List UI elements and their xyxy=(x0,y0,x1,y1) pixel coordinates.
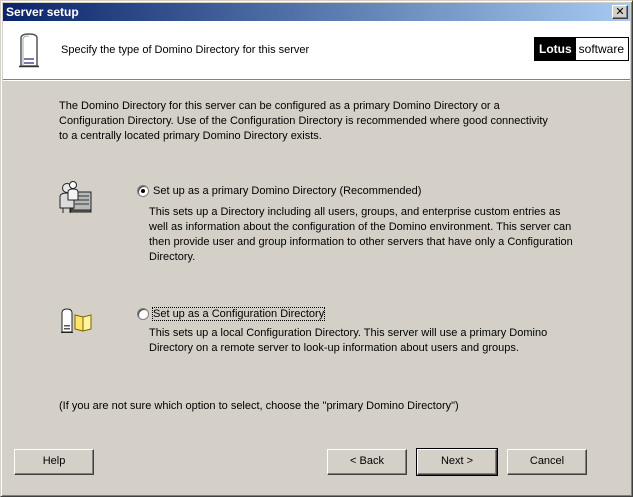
server-icon xyxy=(19,33,39,68)
next-button-label: Next > xyxy=(440,455,474,467)
next-button[interactable]: Next > xyxy=(416,448,498,476)
close-icon: ✕ xyxy=(615,5,625,18)
help-button[interactable]: Help xyxy=(14,449,94,475)
help-button-label: Help xyxy=(42,455,66,467)
server-book-icon xyxy=(61,308,92,333)
header-instruction: Specify the type of Domino Directory for… xyxy=(61,44,310,56)
lotus-software-logo: Lotus software xyxy=(534,37,630,61)
primary-directory-label[interactable]: Set up as a primary Domino Directory (Re… xyxy=(153,185,421,197)
people-directory-icon xyxy=(59,181,92,213)
configuration-directory-radio[interactable] xyxy=(137,308,149,320)
primary-directory-radio[interactable] xyxy=(137,185,149,197)
selection-hint: (If you are not sure which option to sel… xyxy=(59,400,459,412)
logo-software-text: software xyxy=(575,38,629,60)
primary-directory-description: This sets up a Directory including all u… xyxy=(149,206,573,263)
configuration-directory-description: This sets up a local Configuration Direc… xyxy=(149,327,548,354)
close-button[interactable]: ✕ xyxy=(612,5,628,19)
back-button[interactable]: < Back xyxy=(327,449,407,475)
server-setup-dialog: Server setup ✕ Specify the type of Domin… xyxy=(0,0,633,497)
title-bar[interactable]: Server setup ✕ xyxy=(3,3,630,21)
intro-paragraph: The Domino Directory for this server can… xyxy=(59,100,548,142)
window-title: Server setup xyxy=(6,5,79,19)
header-divider-highlight xyxy=(3,80,630,81)
cancel-button[interactable]: Cancel xyxy=(507,449,587,475)
back-button-label: < Back xyxy=(350,455,384,467)
logo-lotus-text: Lotus xyxy=(535,38,576,60)
configuration-directory-label[interactable]: Set up as a Configuration Directory xyxy=(151,307,326,321)
wizard-header: Specify the type of Domino Directory for… xyxy=(3,21,630,79)
cancel-button-label: Cancel xyxy=(529,455,565,467)
